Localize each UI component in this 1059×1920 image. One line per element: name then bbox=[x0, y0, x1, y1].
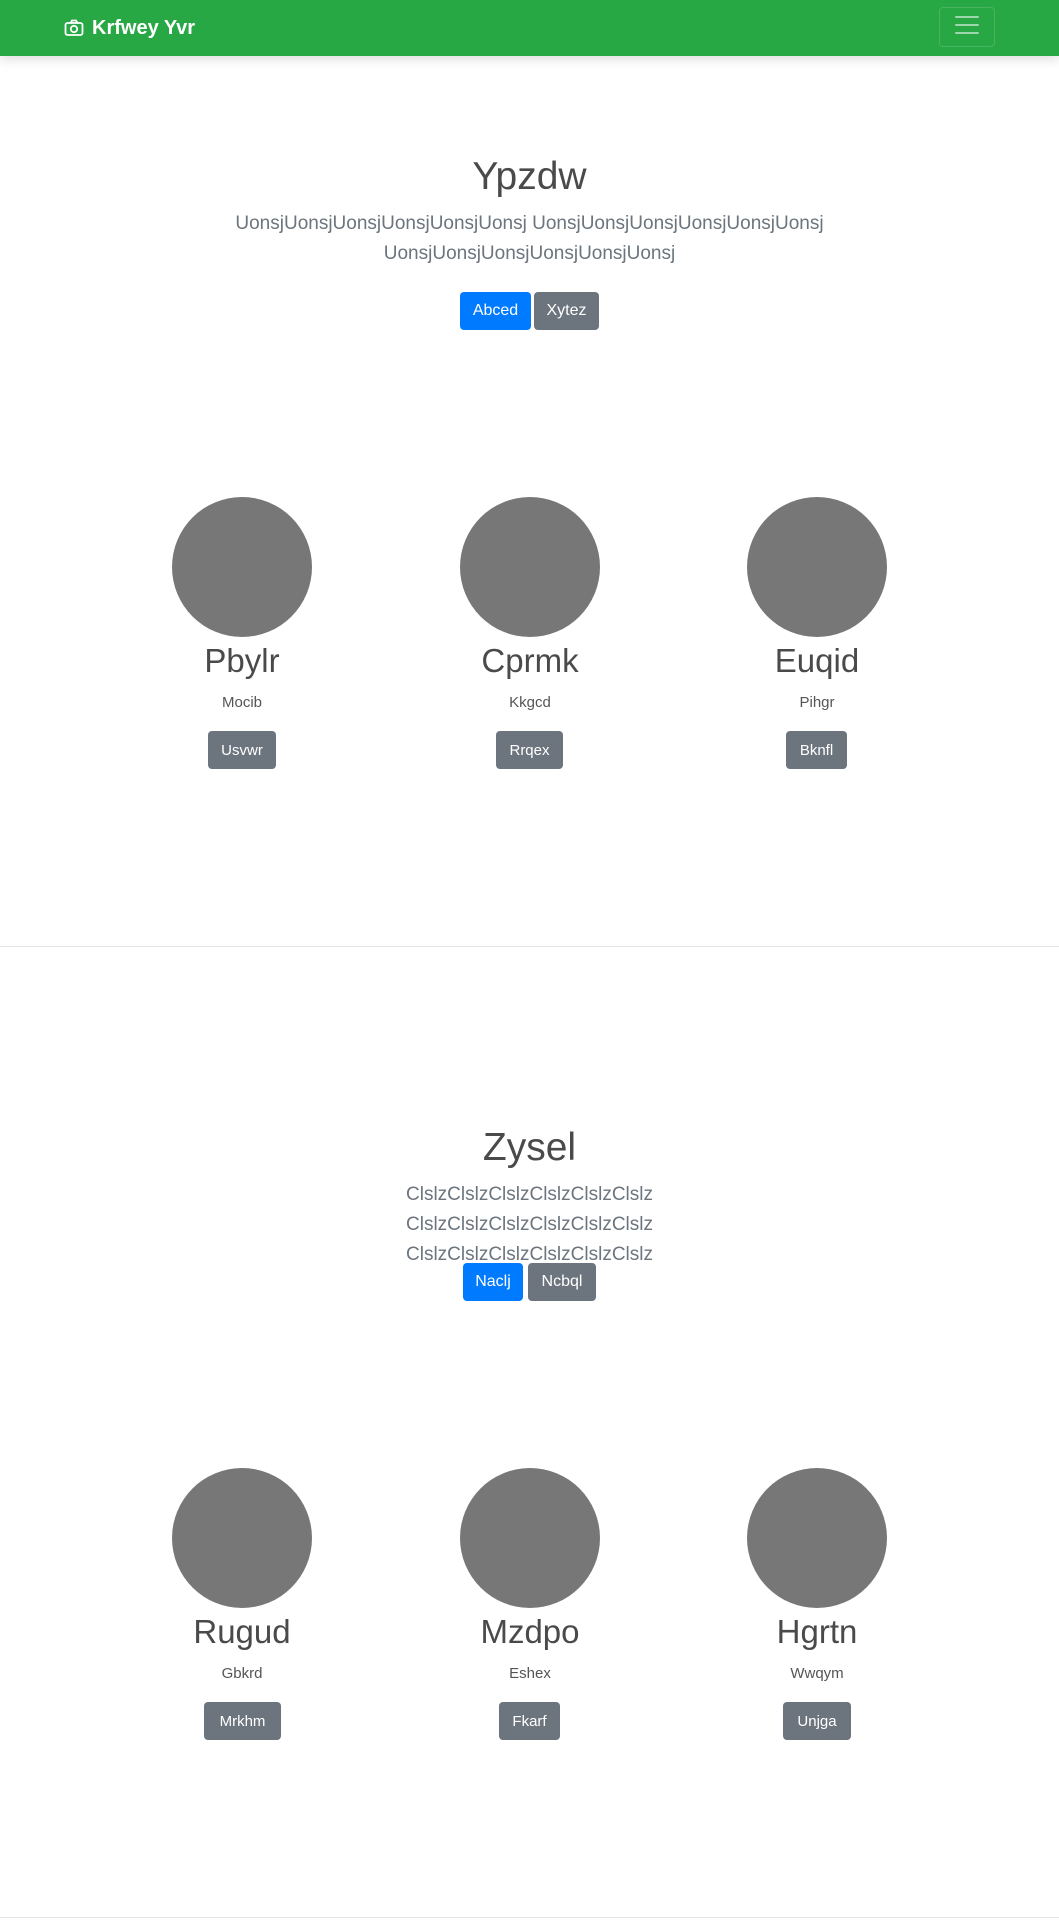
section-2: Zysel ClslzClslzClslzClslzClslzClslz Cls… bbox=[0, 0, 1059, 1918]
section-title: Zysel bbox=[482, 1126, 577, 1169]
avatar bbox=[747, 1468, 887, 1608]
avatar bbox=[172, 1468, 312, 1608]
card-button[interactable]: Mrkhm bbox=[204, 1702, 281, 1740]
section-lead: ClslzClslzClslzClslzClslzClslz ClslzClsl… bbox=[406, 1184, 653, 1265]
card-name: Mzdpo bbox=[480, 1613, 580, 1650]
profile-card: Rugud Gbkrd Mrkhm bbox=[142, 1468, 342, 1740]
card-subtitle: Gbkrd bbox=[221, 1665, 263, 1682]
card-name: Hgrtn bbox=[776, 1613, 858, 1650]
profile-card: Mzdpo Eshex Fkarf bbox=[430, 1468, 630, 1740]
card-button[interactable]: Unjga bbox=[783, 1702, 851, 1740]
section-divider bbox=[0, 1917, 1059, 1918]
card-subtitle: Eshex bbox=[509, 1665, 551, 1682]
card-subtitle: Wwqym bbox=[790, 1665, 844, 1682]
card-button[interactable]: Fkarf bbox=[499, 1702, 560, 1740]
avatar bbox=[460, 1468, 600, 1608]
primary-button[interactable]: Naclj bbox=[463, 1263, 523, 1301]
profile-card: Hgrtn Wwqym Unjga bbox=[717, 1468, 917, 1740]
card-name: Rugud bbox=[193, 1613, 291, 1650]
secondary-button[interactable]: Ncbql bbox=[528, 1263, 596, 1301]
